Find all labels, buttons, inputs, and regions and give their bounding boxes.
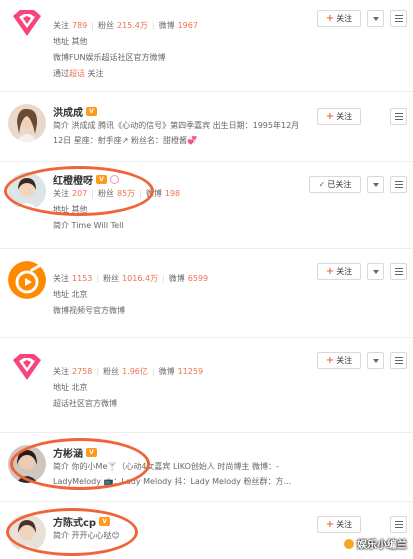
caret-down-icon: [372, 16, 379, 21]
user-stats: 关注 2758 | 粉丝 1.96亿 | 微博 11259: [53, 367, 204, 376]
user-location: 地址 其他: [53, 37, 88, 46]
menu-icon: [394, 181, 403, 182]
user-name[interactable]: [53, 4, 303, 18]
user-via: 通过超话 关注: [53, 69, 104, 78]
menu-icon: [394, 15, 403, 16]
menu-icon: [394, 357, 403, 358]
user-avatar[interactable]: [8, 514, 46, 552]
user-name[interactable]: 洪成成: [53, 104, 83, 119]
verified-badge-icon: V: [86, 106, 97, 116]
user-avatar[interactable]: [8, 172, 46, 210]
user-row-fangbinhan: 方彬涵 V 简介 你的小Me🍸（心动4女嘉宾 LIKO创始人 时尚博主 微博：-L…: [0, 433, 413, 502]
plus-icon: +: [325, 355, 335, 366]
dropdown-button[interactable]: [367, 352, 384, 369]
user-avatar[interactable]: [8, 445, 46, 483]
user-location: 地址 其他: [53, 205, 88, 214]
menu-button[interactable]: [390, 352, 407, 369]
menu-icon: [394, 113, 403, 114]
dropdown-button[interactable]: [367, 176, 384, 193]
follow-button[interactable]: + 关注: [317, 516, 361, 533]
user-desc: 微博FUN娱乐超话社区官方微博: [53, 53, 166, 62]
user-intro: 简介 你的小Me🍸（心动4女嘉宾 LIKO创始人 时尚博主 微博：-LadyMe…: [53, 462, 292, 486]
user-name[interactable]: 红橙橙呀: [53, 172, 93, 187]
user-name[interactable]: 方陈式cp: [53, 514, 96, 529]
user-avatar[interactable]: [8, 104, 46, 142]
user-location: 地址 北京: [53, 290, 88, 299]
user-stats: 关注 789 | 粉丝 215.4万 | 微博 1967: [53, 21, 198, 30]
caret-down-icon: [372, 269, 379, 274]
weibo-video-avatar[interactable]: [8, 261, 46, 299]
follow-button[interactable]: + 关注: [317, 10, 361, 27]
menu-icon: [394, 521, 403, 522]
user-desc: 微博视频号官方微博: [53, 306, 125, 315]
user-intro: 简介 Time Will Tell: [53, 221, 124, 230]
user-row-super-topic: 关注 2758 | 粉丝 1.96亿 | 微博 11259 地址 北京 超话社区官方微博 + 关…: [0, 338, 413, 433]
watermark: 娱乐小编兰: [344, 536, 407, 551]
pink-ring-icon: [110, 174, 119, 184]
follow-button[interactable]: + 关注: [317, 263, 361, 280]
menu-button[interactable]: [390, 516, 407, 533]
menu-icon: [394, 268, 403, 269]
dropdown-button[interactable]: [367, 263, 384, 280]
user-row-hongchengcheng: 洪成成 V 简介 洪成成 腾讯《心动的信号》第四季嘉宾 出生日期：1995年12月…: [0, 92, 413, 162]
menu-button[interactable]: [390, 10, 407, 27]
dropdown-button[interactable]: [367, 10, 384, 27]
followed-button[interactable]: ✓ 已关注: [309, 176, 361, 193]
menu-button[interactable]: [390, 176, 407, 193]
plus-icon: +: [325, 13, 335, 24]
user-stats: 关注 207 | 粉丝 85万 | 微博 198: [53, 189, 181, 198]
caret-down-icon: [372, 358, 379, 363]
verified-badge-icon: V: [86, 447, 97, 457]
plus-icon: +: [325, 519, 335, 530]
verified-badge-icon: V: [96, 174, 107, 184]
weibo-fun-avatar[interactable]: [8, 6, 46, 44]
user-stats: 关注 1153 | 粉丝 1016.4万 | 微博 6599: [53, 274, 209, 283]
user-name[interactable]: 方彬涵: [53, 445, 83, 460]
verified-badge-icon: V: [99, 516, 111, 526]
menu-button[interactable]: [390, 108, 407, 125]
user-intro: 简介 开开心心哒😊: [53, 531, 120, 540]
user-row-weibo-fun: 关注 789 | 粉丝 215.4万 | 微博 1967 地址 其他 微博FUN娱乐超话社区官…: [0, 0, 413, 92]
user-row-hongchengchengya: 红橙橙呀 V 关注 207 | 粉丝 85万 | 微博 198 地址 其他 简介 Time Wi…: [0, 162, 413, 249]
follow-button[interactable]: + 关注: [317, 352, 361, 369]
watermark-logo-icon: [344, 538, 354, 549]
check-icon: ✓: [318, 180, 326, 189]
user-location: 地址 北京: [53, 383, 88, 392]
follow-button[interactable]: + 关注: [317, 108, 361, 125]
caret-down-icon: [372, 182, 379, 187]
user-name[interactable]: [53, 257, 303, 271]
menu-button[interactable]: [390, 263, 407, 280]
user-desc: 超话社区官方微博: [53, 399, 117, 408]
user-row-weibo-video: 关注 1153 | 粉丝 1016.4万 | 微博 6599 地址 北京 微博视频号官方微博 …: [0, 249, 413, 338]
user-name[interactable]: [53, 350, 303, 364]
plus-icon: +: [325, 266, 335, 277]
plus-icon: +: [325, 111, 335, 122]
user-intro: 简介 洪成成 腾讯《心动的信号》第四季嘉宾 出生日期：1995年12月12日 星…: [53, 121, 300, 145]
super-topic-avatar[interactable]: [8, 350, 46, 388]
